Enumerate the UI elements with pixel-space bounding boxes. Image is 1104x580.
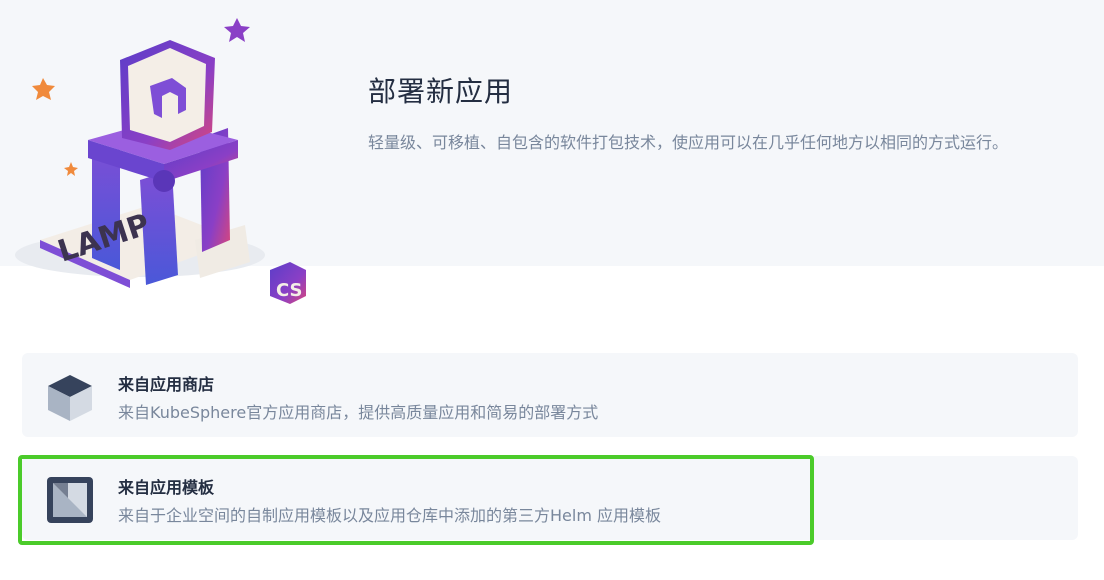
- option-title: 来自应用商店: [118, 375, 215, 394]
- page-description: 轻量级、可移植、自包含的软件打包技术，使应用可以在几乎任何地方以相同的方式运行。: [368, 133, 1009, 152]
- option-app-store[interactable]: 来自应用商店 来自KubeSphere官方应用商店，提供高质量应用和简易的部署方…: [22, 353, 1078, 437]
- option-app-template[interactable]: 来自应用模板 来自于企业空间的自制应用模板以及应用仓库中添加的第三方Helm 应…: [22, 456, 1078, 540]
- option-description: 来自于企业空间的自制应用模板以及应用仓库中添加的第三方Helm 应用模板: [118, 506, 661, 525]
- page-title: 部署新应用: [368, 75, 514, 108]
- option-description: 来自KubeSphere官方应用商店，提供高质量应用和简易的部署方式: [118, 403, 599, 422]
- cube-icon: [48, 375, 92, 421]
- option-title: 来自应用模板: [118, 478, 215, 497]
- lamp-stack-illustration: LAMP CS: [15, 18, 306, 304]
- template-icon: [47, 477, 93, 523]
- cs-badge-text: CS: [276, 280, 303, 301]
